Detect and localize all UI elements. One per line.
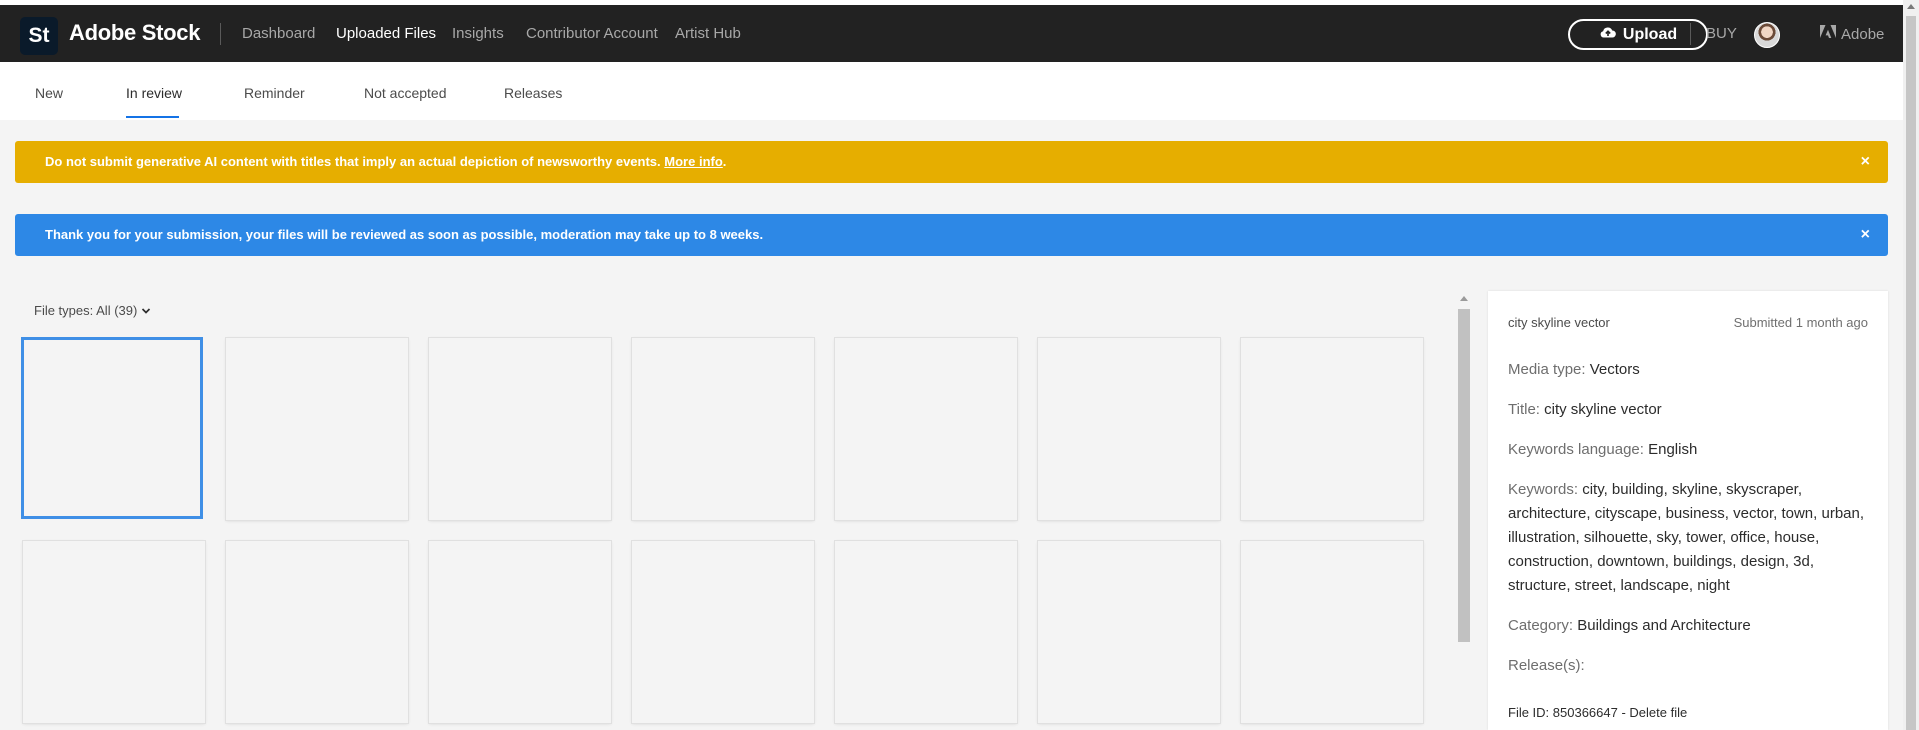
panel-file-title: city skyline vector	[1508, 315, 1610, 330]
adobe-link[interactable]: Adobe	[1820, 25, 1884, 43]
file-thumbnail[interactable]	[21, 337, 203, 519]
tab-new[interactable]: New	[35, 85, 63, 101]
adobe-stock-logo[interactable]: St	[20, 17, 58, 55]
ai-content-warning-banner: Do not submit generative AI content with…	[15, 141, 1888, 183]
file-types-filter[interactable]: File types: All (39)	[34, 303, 151, 318]
file-types-label: File types: All (39)	[34, 303, 138, 318]
media-type-row: Media type: Vectors	[1508, 358, 1868, 382]
category-label: Category:	[1508, 617, 1574, 634]
tab-in-review[interactable]: In review	[126, 85, 182, 101]
keywords-row: Keywords: city, building, skyline, skysc…	[1508, 478, 1868, 598]
keywords-label: Keywords:	[1508, 481, 1579, 498]
review-info-text: Thank you for your submission, your file…	[45, 227, 764, 242]
window-scrollbar-thumb[interactable]	[1906, 16, 1916, 730]
category-row: Category: Buildings and Architecture	[1508, 614, 1868, 638]
file-thumbnail[interactable]	[632, 338, 814, 520]
chevron-down-icon	[141, 303, 151, 318]
file-thumbnail[interactable]	[835, 338, 1017, 520]
nav-artist-hub[interactable]: Artist Hub	[675, 25, 741, 42]
scroll-up-arrow-icon[interactable]	[1907, 4, 1915, 9]
cloud-upload-icon	[1599, 25, 1617, 44]
title-row: Title: city skyline vector	[1508, 398, 1868, 422]
ai-warning-period: .	[722, 154, 727, 169]
top-header: St Adobe Stock Dashboard Uploaded Files …	[0, 5, 1903, 62]
file-thumbnail[interactable]	[1241, 541, 1423, 723]
user-avatar[interactable]	[1754, 22, 1780, 48]
file-thumbnail[interactable]	[226, 541, 408, 723]
nav-insights[interactable]: Insights	[452, 25, 504, 42]
nav-uploaded-files[interactable]: Uploaded Files	[336, 25, 436, 42]
buy-link[interactable]: BUY	[1706, 25, 1737, 42]
media-type-label: Media type:	[1508, 361, 1586, 378]
status-tabs: New In review Reminder Not accepted Rele…	[0, 62, 1903, 120]
upload-button[interactable]: Upload	[1568, 19, 1708, 50]
active-tab-indicator	[126, 116, 179, 118]
file-thumbnail[interactable]	[1038, 541, 1220, 723]
tab-reminder[interactable]: Reminder	[244, 85, 305, 101]
adobe-logo-icon	[1820, 25, 1836, 43]
file-thumbnail[interactable]	[429, 338, 611, 520]
tab-releases[interactable]: Releases	[504, 85, 562, 101]
file-thumbnail[interactable]	[23, 541, 205, 723]
submitted-time: Submitted 1 month ago	[1733, 315, 1868, 330]
file-thumbnail[interactable]	[226, 338, 408, 520]
header-divider	[1690, 23, 1691, 45]
keywords-language-row: Keywords language: English	[1508, 438, 1868, 462]
grid-scrollbar-thumb[interactable]	[1458, 309, 1470, 642]
keywords-language-value: English	[1648, 441, 1698, 458]
file-thumbnail[interactable]	[429, 541, 611, 723]
adobe-label: Adobe	[1841, 25, 1885, 43]
nav-contributor-account[interactable]: Contributor Account	[526, 25, 658, 42]
scroll-up-arrow-icon[interactable]	[1460, 296, 1468, 301]
ai-warning-message: Do not submit generative AI content with…	[45, 154, 726, 169]
media-type-value: Vectors	[1589, 361, 1640, 378]
category-value: Buildings and Architecture	[1577, 617, 1751, 634]
nav-dashboard[interactable]: Dashboard	[242, 25, 315, 42]
file-id-delete[interactable]: File ID: 850366647 - Delete file	[1508, 705, 1687, 720]
logo-text: St	[28, 24, 50, 47]
file-thumbnail[interactable]	[632, 541, 814, 723]
brand-name[interactable]: Adobe Stock	[69, 20, 200, 46]
tab-not-accepted[interactable]: Not accepted	[364, 85, 447, 101]
file-thumbnail[interactable]	[1038, 338, 1220, 520]
title-value: city skyline vector	[1544, 401, 1662, 418]
upload-label: Upload	[1622, 25, 1678, 43]
close-icon[interactable]: ×	[1861, 153, 1870, 171]
releases-row: Release(s):	[1508, 654, 1868, 678]
ai-warning-text: Do not submit generative AI content with…	[45, 154, 661, 169]
review-info-banner: Thank you for your submission, your file…	[15, 214, 1888, 256]
keywords-language-label: Keywords language:	[1508, 441, 1644, 458]
close-icon[interactable]: ×	[1861, 226, 1870, 244]
more-info-link[interactable]: More info	[664, 154, 723, 169]
header-divider	[220, 23, 221, 45]
releases-label: Release(s):	[1508, 657, 1585, 674]
file-thumbnail[interactable]	[835, 541, 1017, 723]
title-label: Title:	[1508, 401, 1540, 418]
file-thumbnail[interactable]	[1241, 338, 1423, 520]
file-details-panel: city skyline vector Submitted 1 month ag…	[1488, 291, 1888, 730]
